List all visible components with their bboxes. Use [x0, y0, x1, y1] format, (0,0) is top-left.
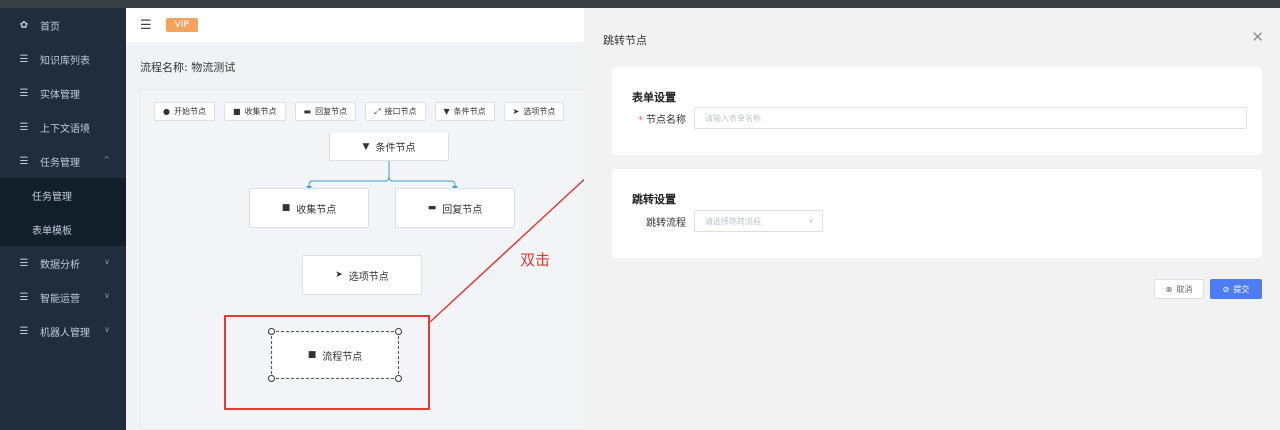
tool-label: 选项节点	[523, 107, 556, 116]
sidebar-item-robot[interactable]: ☰ 机器人管理 ∨	[0, 314, 126, 348]
pointer-icon: ➤	[335, 270, 343, 280]
branch-connector	[306, 161, 458, 190]
condition-node[interactable]: ▼ 条件节点	[329, 133, 449, 161]
submit-button[interactable]: ⊘ 提交	[1210, 279, 1262, 299]
tool-condition-node[interactable]: ▼ 条件节点	[434, 102, 495, 121]
tool-label: 条件节点	[453, 107, 486, 116]
cancel-label: 取消	[1176, 284, 1193, 294]
sidebar-item-label: 数据分析	[40, 259, 80, 271]
list-icon: ☰	[19, 257, 29, 269]
jump-flow-label: 跳转流程	[646, 218, 686, 229]
menu-toggle-icon[interactable]: ☰	[140, 18, 152, 33]
tool-start-node[interactable]: ● 开始节点	[154, 102, 215, 121]
list-icon: ☰	[19, 53, 29, 65]
list-icon: ☰	[19, 291, 29, 303]
form-settings-title: 表单设置	[632, 91, 676, 104]
tool-api-node[interactable]: ⤢ 接口节点	[365, 102, 426, 121]
chevron-down-icon: ∨	[104, 291, 110, 300]
tool-label: 回复节点	[315, 107, 348, 116]
top-bar: ☰ VIP	[126, 8, 584, 42]
pointer-icon: ➤	[512, 107, 520, 116]
collect-node[interactable]: ■ 收集节点	[249, 188, 369, 228]
list-icon: ☰	[19, 325, 29, 337]
option-node[interactable]: ➤ 选项节点	[302, 255, 422, 295]
sidebar-item-label: 知识库列表	[40, 55, 90, 67]
sidebar-item-label: 任务管理	[40, 157, 80, 169]
drawer-title: 跳转节点	[603, 34, 647, 47]
cancel-button[interactable]: ⊗ 取消	[1154, 279, 1204, 299]
sidebar-item-label: 智能运营	[40, 293, 80, 305]
chevron-down-icon: ∨	[808, 216, 814, 225]
double-click-annotation: 双击	[520, 251, 551, 269]
flow-name-title: 流程名称: 物流测试	[140, 61, 236, 74]
chevron-up-icon: ^	[103, 155, 110, 164]
jump-settings-title: 跳转设置	[632, 193, 676, 206]
submit-label: 提交	[1233, 284, 1250, 294]
list-icon: ☰	[19, 155, 29, 167]
sidebar-item-operation[interactable]: ☰ 智能运营 ∨	[0, 280, 126, 314]
sidebar-item-label: 首页	[40, 21, 60, 33]
browser-top-strip	[0, 0, 1280, 8]
reply-icon: ▬	[303, 107, 312, 116]
collect-icon: ■	[232, 107, 241, 116]
start-icon: ●	[163, 107, 170, 116]
chevron-down-icon: ∨	[104, 325, 110, 334]
filter-icon: ▼	[443, 107, 450, 116]
sidebar-item-context[interactable]: ☰ 上下文语境	[0, 110, 126, 144]
highlight-rectangle	[224, 315, 430, 410]
submit-icon: ⊘	[1222, 284, 1230, 294]
jump-settings-card: 跳转设置 跳转流程 请选择跳转流程 ∨	[612, 169, 1262, 258]
sidebar-item-knowledge-base[interactable]: ☰ 知识库列表	[0, 42, 126, 76]
sidebar-item-label: 实体管理	[40, 89, 80, 101]
close-icon[interactable]: ✕	[1251, 28, 1264, 46]
dashboard-icon: ✿	[19, 19, 29, 31]
sidebar-subitem-task-manage[interactable]: 任务管理	[0, 178, 126, 212]
sidebar: ✿ 首页 ☰ 知识库列表 ☰ 实体管理 ☰ 上下文语境 ☰ 任务管理 ^ 任务管…	[0, 8, 126, 430]
tool-reply-node[interactable]: ▬ 回复节点	[294, 102, 357, 121]
sidebar-submenu-task: 任务管理 表单模板	[0, 178, 126, 246]
node-label: 选项节点	[348, 271, 389, 283]
sidebar-item-entity[interactable]: ☰ 实体管理	[0, 76, 126, 110]
node-name-label: * 节点名称	[632, 111, 686, 126]
node-toolbar: ● 开始节点 ■ 收集节点 ▬ 回复节点 ⤢ 接口节点 ▼ 条件节点 ➤ 选项节点	[141, 90, 589, 133]
tool-option-node[interactable]: ➤ 选项节点	[503, 102, 565, 121]
tool-label: 开始节点	[173, 107, 206, 116]
node-label: 条件节点	[375, 143, 416, 154]
tool-collect-node[interactable]: ■ 收集节点	[223, 102, 286, 121]
sidebar-subitem-form-template[interactable]: 表单模板	[0, 212, 126, 246]
reply-node[interactable]: ▬ 回复节点	[395, 188, 515, 228]
sidebar-item-analytics[interactable]: ☰ 数据分析 ∨	[0, 246, 126, 280]
filter-icon: ▼	[362, 141, 370, 152]
api-icon: ⤢	[374, 106, 381, 116]
required-mark: *	[638, 115, 643, 126]
jump-node-drawer: 跳转节点 ✕ 表单设置 * 节点名称 请输入表单名称 跳转设置 跳转流程 请选择跳…	[584, 8, 1280, 430]
sidebar-item-label: 上下文语境	[40, 123, 90, 135]
collect-icon: ■	[281, 203, 291, 213]
sidebar-item-home[interactable]: ✿ 首页	[0, 8, 126, 42]
form-settings-card: 表单设置 * 节点名称 请输入表单名称	[612, 67, 1262, 155]
node-name-input[interactable]: 请输入表单名称	[694, 107, 1247, 129]
vip-badge: VIP	[165, 18, 198, 32]
jump-flow-placeholder: 请选择跳转流程	[705, 216, 761, 226]
list-icon: ☰	[19, 87, 29, 99]
node-name-label-text: 节点名称	[646, 115, 686, 126]
list-icon: ☰	[19, 121, 29, 133]
sidebar-item-label: 机器人管理	[40, 327, 90, 339]
tool-label: 收集节点	[244, 107, 277, 116]
sidebar-item-task[interactable]: ☰ 任务管理 ^	[0, 144, 126, 178]
jump-flow-select[interactable]: 请选择跳转流程 ∨	[694, 210, 823, 232]
chevron-down-icon: ∨	[104, 257, 110, 266]
reply-icon: ▬	[427, 203, 437, 213]
node-label: 回复节点	[442, 204, 483, 216]
node-label: 收集节点	[296, 204, 337, 216]
cancel-icon: ⊗	[1165, 284, 1173, 294]
tool-label: 接口节点	[384, 107, 417, 116]
